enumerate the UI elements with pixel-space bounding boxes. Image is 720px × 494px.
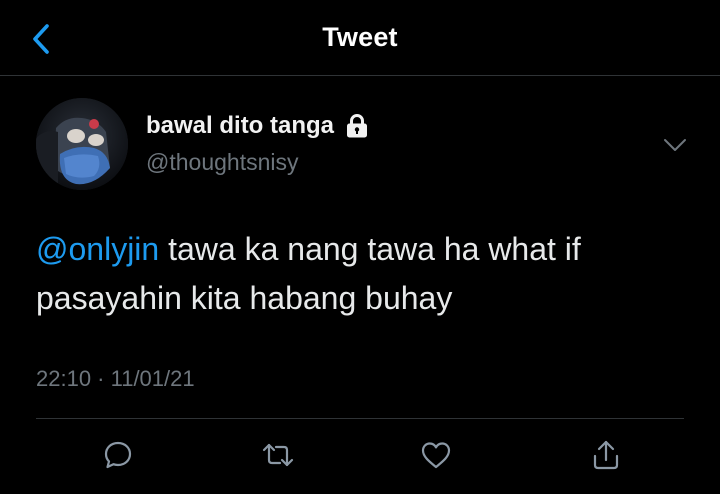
retweet-button[interactable]	[261, 438, 295, 472]
share-button[interactable]	[589, 438, 623, 472]
author-name-row: bawal dito tanga	[146, 112, 370, 140]
like-button[interactable]	[419, 438, 453, 472]
retweet-icon	[262, 443, 294, 467]
author-handle[interactable]: @thoughtsnisy	[146, 149, 299, 176]
divider	[36, 418, 684, 419]
share-icon	[593, 440, 619, 470]
nav-bar: Tweet	[0, 0, 720, 76]
reply-button[interactable]	[101, 438, 135, 472]
display-name[interactable]: bawal dito tanga	[146, 112, 334, 140]
avatar[interactable]	[36, 98, 128, 190]
mention-link[interactable]: @onlyjin	[36, 231, 159, 267]
tweet-text: @onlyjin tawa ka nang tawa ha what if pa…	[36, 225, 696, 323]
page-title: Tweet	[322, 22, 398, 52]
more-options-button[interactable]	[660, 134, 690, 156]
timestamp[interactable]: 22:10 · 11/01/21	[36, 366, 195, 392]
lock-icon	[344, 114, 370, 138]
avatar-image	[36, 98, 128, 190]
chevron-down-icon	[664, 139, 686, 151]
comment-icon	[104, 441, 132, 469]
heart-icon	[421, 442, 451, 469]
